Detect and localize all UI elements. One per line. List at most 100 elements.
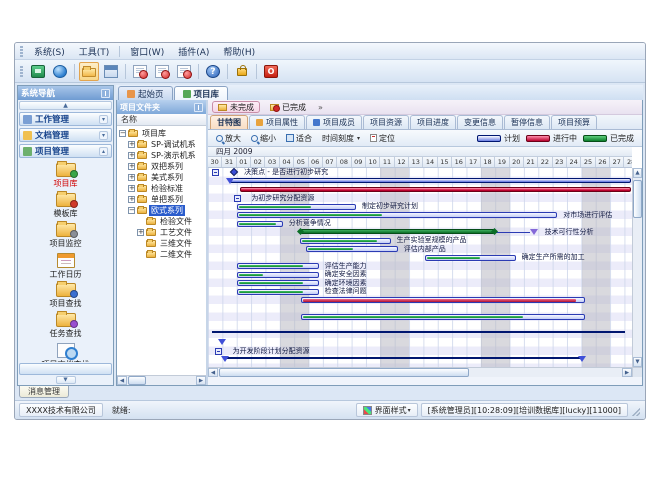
gantt-bar-task[interactable] [237, 272, 319, 278]
tree-column-header[interactable]: 名称 [117, 114, 206, 126]
gantt-vertical-scrollbar[interactable]: ▲ ▼ [632, 168, 642, 367]
chevron-down-icon[interactable]: ▾ [99, 131, 108, 140]
gantt-bar-task[interactable] [237, 263, 319, 269]
tree-node-label[interactable]: 三维文件 [158, 238, 194, 249]
gantt-fit-button[interactable]: 适合 [282, 132, 316, 145]
sidebar-item-模板库[interactable]: 模板库 [18, 191, 113, 221]
menu-system[interactable]: 系统(S) [27, 44, 72, 59]
gantt-bar-task[interactable] [237, 204, 356, 210]
pin-icon[interactable] [101, 89, 110, 98]
tree-node-label[interactable]: 单把系列 [149, 194, 185, 205]
scroll-right-icon[interactable]: ▶ [622, 368, 632, 377]
gantt-tab-项目资源[interactable]: 项目资源 [363, 115, 409, 129]
tab-起始页[interactable]: 起始页 [118, 86, 173, 100]
sidebar-item-工作日历[interactable]: 工作日历 [18, 251, 113, 281]
gantt-task-node[interactable] [215, 348, 222, 355]
tree-node-label[interactable]: 二维文件 [158, 249, 194, 260]
sidebar-item-项目文档查找[interactable]: 项目文档查找 [18, 341, 113, 362]
gantt-bar-plan[interactable] [230, 178, 631, 183]
tab-message-management[interactable]: 消息管理 [19, 386, 69, 398]
chevron-up-icon[interactable]: ▴ [99, 147, 108, 156]
gantt-bar-summary_line[interactable] [212, 331, 625, 333]
sidebar-item-项目查找[interactable]: 项目查找 [18, 281, 113, 311]
tree-row[interactable]: + SP-演示机系 [119, 150, 206, 161]
gantt-time-scale-button[interactable]: 时间刻度▾ [318, 132, 364, 145]
overflow-chevron-icon[interactable]: » [318, 103, 323, 112]
gantt-tab-变更信息[interactable]: 变更信息 [457, 115, 503, 129]
gantt-bar-task[interactable] [237, 212, 558, 218]
toolbar-sheet3-button[interactable] [174, 62, 194, 81]
gantt-bar-task[interactable] [237, 221, 283, 227]
tree-row[interactable]: 二维文件 [119, 249, 206, 260]
gantt-tab-暂停信息[interactable]: 暂停信息 [504, 115, 550, 129]
gantt-chart[interactable]: 决策点 - 是否进行初步研究为初步研究分配资源制定初步研究计划对市场进行评估分析… [208, 168, 632, 367]
tree-node-label[interactable]: 检验标准 [149, 183, 185, 194]
scroll-track[interactable] [218, 368, 622, 377]
toolbar-web-button[interactable] [50, 62, 70, 81]
toolbar-lock-button[interactable] [232, 62, 252, 81]
gantt-marker-triangle[interactable] [218, 339, 226, 345]
gantt-locate-button[interactable]: 定位 [366, 132, 399, 145]
gantt-zoom-in-button[interactable]: 放大 [212, 132, 245, 145]
gantt-horizontal-scrollbar[interactable]: ◀ ▶ [208, 367, 642, 377]
tree-row[interactable]: +工艺文件 [119, 227, 206, 238]
expand-plus-icon[interactable]: + [128, 163, 135, 170]
tree-row[interactable]: − 欧式系列 [119, 205, 206, 216]
gantt-tab-项目进度[interactable]: 项目进度 [410, 115, 456, 129]
expand-plus-icon[interactable]: + [128, 141, 135, 148]
scroll-track[interactable] [633, 178, 642, 357]
gantt-zoom-out-button[interactable]: 缩小 [247, 132, 280, 145]
gantt-bar-task[interactable] [301, 314, 584, 320]
menu-help[interactable]: 帮助(H) [216, 44, 262, 59]
expand-plus-icon[interactable]: + [137, 229, 144, 236]
scroll-track[interactable] [127, 376, 196, 385]
scroll-left-icon[interactable]: ◀ [208, 368, 218, 377]
toolbar-sheet-button[interactable] [130, 62, 150, 81]
gantt-bar-task[interactable] [425, 255, 516, 261]
pin-icon[interactable] [194, 103, 203, 112]
resize-grip[interactable] [631, 403, 641, 417]
tree-row[interactable]: − 项目库 [119, 128, 206, 139]
tree-row[interactable]: + 双把系列 [119, 161, 206, 172]
gantt-task-node[interactable] [234, 195, 241, 202]
interface-style-button[interactable]: 界面样式 ▾ [356, 403, 418, 417]
tree-node-label[interactable]: 检验文件 [158, 216, 194, 227]
toolbar-folder-button[interactable] [79, 62, 99, 81]
gantt-bar-summary_line[interactable] [225, 357, 581, 359]
tree-node-label[interactable]: 项目库 [140, 128, 168, 139]
toolbar-grip[interactable] [20, 46, 23, 57]
gantt-bar-active[interactable] [240, 187, 631, 192]
scroll-up-icon[interactable]: ▲ [633, 168, 642, 178]
tab-项目库[interactable]: 项目库 [174, 86, 229, 100]
gantt-bar-task[interactable] [300, 238, 391, 244]
gantt-end-triangle[interactable] [578, 356, 586, 362]
collapse-minus-icon[interactable]: − [128, 207, 135, 214]
sidebar-item-任务查找[interactable]: 任务查找 [18, 311, 113, 341]
scroll-down-icon[interactable]: ▼ [633, 357, 642, 367]
scroll-thumb[interactable] [219, 368, 469, 377]
tree-row[interactable]: 检验文件 [119, 216, 206, 227]
gantt-tab-项目成员[interactable]: 项目成员 [306, 115, 362, 129]
expand-plus-icon[interactable]: + [128, 152, 135, 159]
toolbar-connect-button[interactable] [28, 62, 48, 81]
gantt-bar-task[interactable] [237, 289, 319, 295]
tree-row[interactable]: +SP-调试机系 [119, 139, 206, 150]
tree-row[interactable]: 三维文件 [119, 238, 206, 249]
scroll-left-icon[interactable]: ◀ [117, 376, 127, 385]
tree-row[interactable]: +单把系列 [119, 194, 206, 205]
toolbar-sheet2-button[interactable] [152, 62, 172, 81]
gantt-bar-task[interactable] [306, 246, 398, 252]
gantt-end-triangle[interactable] [221, 356, 229, 362]
gantt-tab-项目预算[interactable]: 项目预算 [551, 115, 597, 129]
tree-node-label[interactable]: SP-演示机系 [149, 150, 198, 161]
collapse-minus-icon[interactable]: − [119, 130, 126, 137]
gantt-tab-甘特图[interactable]: 甘特图 [210, 115, 248, 129]
tree-node-label[interactable]: 美式系列 [149, 172, 185, 183]
tree-node-label[interactable]: 双把系列 [149, 161, 185, 172]
tree-node-label[interactable]: 欧式系列 [149, 205, 185, 216]
chevron-down-icon[interactable]: ▾ [99, 115, 108, 124]
gantt-tab-项目属性[interactable]: 项目属性 [249, 115, 305, 129]
sidebar-expand-button[interactable]: ▼ [56, 376, 76, 384]
toolbar-help-button[interactable] [203, 62, 223, 81]
sidebar-section-work[interactable]: 工作管理▾ [19, 112, 112, 126]
